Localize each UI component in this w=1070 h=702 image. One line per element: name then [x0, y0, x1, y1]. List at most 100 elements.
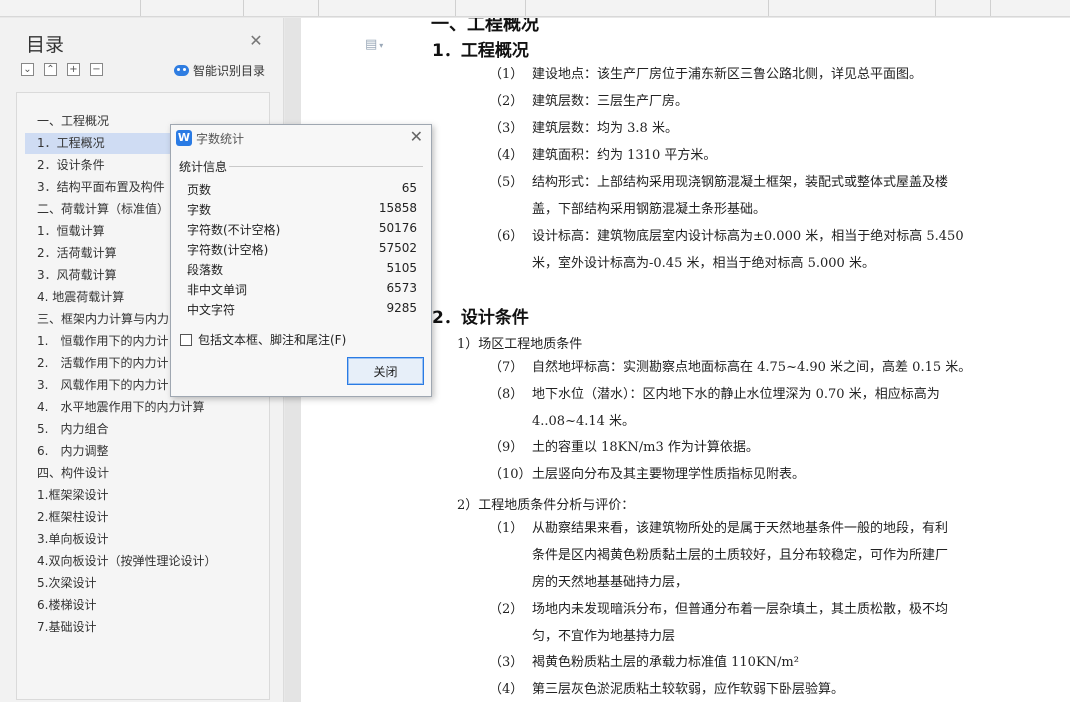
item-number: （8）	[489, 387, 524, 402]
toc-item[interactable]: 四、构件设计	[25, 463, 265, 484]
stat-row: 字数 15858	[187, 201, 417, 221]
remove-icon[interactable]: −	[90, 63, 103, 76]
item-text: 土的容重以 18KN/m3 作为计算依据。	[532, 440, 759, 455]
stat-label: 字数	[187, 203, 212, 217]
item-text: 褐黄色粉质粘土层的承载力标准值 110KN/m²	[532, 655, 799, 670]
stat-value: 9285	[386, 301, 417, 315]
expand-icon[interactable]: ⌃	[44, 63, 57, 76]
close-icon[interactable]: ✕	[410, 127, 423, 146]
subsection-heading: 1）场区工程地质条件	[457, 337, 583, 352]
stat-row: 中文字符 9285	[187, 301, 417, 321]
toc-item[interactable]: 1.框架梁设计	[25, 485, 265, 506]
list-item: （10） 土层竖向分布及其主要物理学性质指标见附表。	[489, 461, 1009, 488]
item-text: 建筑层数：三层生产厂房。	[532, 94, 689, 109]
word-count-dialog: W 字数统计 ✕ 统计信息 页数 65 字数 15858 字符数(不计空格) 50176 字…	[170, 124, 432, 397]
stat-label: 字符数(不计空格)	[187, 223, 281, 237]
subsection-heading: 2）工程地质条件分析与评价：	[457, 498, 635, 513]
list-item: （8） 地下水位（潜水）：区内地下水的静止水位埋深为 0.70 米，相应标高为 4.…	[489, 381, 1009, 435]
item-number: （2）	[489, 94, 524, 109]
item-text: 房的天然地基基础持力层，	[532, 575, 689, 590]
list-item: （3） 建筑层数：均为 3.8 米。	[489, 115, 1009, 142]
item-text: 建设地点：该生产厂房位于浦东新区三鲁公路北侧，详见总平面图。	[532, 67, 923, 82]
item-text: 从勘察结果来看，该建筑物所处的是属于天然地基条件一般的地段，有利	[532, 521, 949, 536]
toc-item[interactable]: 6.楼梯设计	[25, 595, 265, 616]
checkbox-label: 包括文本框、脚注和尾注(F)	[198, 333, 347, 347]
item-number: （10）	[489, 467, 532, 482]
list-item: （6） 设计标高：建筑物底层室内设计标高为±0.000 米，相当于绝对标高 5.4…	[489, 223, 1009, 277]
toc-item[interactable]: 4.双向板设计（按弹性理论设计）	[25, 551, 265, 572]
item-number: （5）	[489, 175, 524, 190]
close-button[interactable]: 关闭	[347, 357, 424, 385]
document-icon[interactable]: ▤ ▾	[365, 37, 383, 52]
list-item: （3） 褐黄色粉质粘土层的承载力标准值 110KN/m²	[489, 649, 1009, 676]
section-heading: 1．工程概况	[432, 41, 529, 61]
list-item: （2） 场地内未发现暗浜分布，但普通分布着一层杂填土，其土质松散，极不均 匀，不宜作…	[489, 596, 1009, 650]
item-number: （1）	[489, 521, 524, 536]
toc-item[interactable]: 6. 内力调整	[25, 441, 265, 462]
stats-group-label: 统计信息	[179, 160, 228, 174]
stat-value: 57502	[378, 241, 417, 255]
dialog-titlebar[interactable]: W 字数统计 ✕	[171, 125, 431, 151]
stat-value: 50176	[378, 221, 417, 235]
list-item: （1） 建设地点：该生产厂房位于浦东新区三鲁公路北侧，详见总平面图。	[489, 61, 1009, 88]
sidebar-title: 目录	[26, 34, 65, 56]
stat-row: 页数 65	[187, 181, 417, 201]
collapse-icon[interactable]: ⌄	[21, 63, 34, 76]
wps-writer-icon: W	[176, 130, 192, 146]
item-text: 米，室外设计标高为-0.45 米，相当于绝对标高 5.000 米。	[532, 256, 875, 271]
ribbon-strip	[0, 0, 1070, 17]
item-text: 设计标高：建筑物底层室内设计标高为±0.000 米，相当于绝对标高 5.450	[532, 229, 964, 244]
item-text: 地下水位（潜水）：区内地下水的静止水位埋深为 0.70 米，相应标高为	[532, 387, 940, 402]
list-item: （1） 从勘察结果来看，该建筑物所处的是属于天然地基条件一般的地段，有利 条件是区内…	[489, 515, 1009, 596]
item-number: （3）	[489, 655, 524, 670]
list-item: （9） 土的容重以 18KN/m3 作为计算依据。	[489, 434, 1009, 461]
close-icon[interactable]: ✕	[247, 32, 265, 50]
stat-row: 字符数(不计空格) 50176	[187, 221, 417, 241]
list-item: （5） 结构形式：上部结构采用现浇钢筋混凝土框架，装配式或整体式屋盖及楼 盖，下部结…	[489, 169, 1009, 223]
stat-label: 非中文单词	[187, 283, 248, 297]
item-text: 匀，不宜作为地基持力层	[532, 629, 676, 644]
checkbox-icon[interactable]	[180, 333, 192, 346]
stat-value: 5105	[386, 261, 417, 275]
stat-row: 段落数 5105	[187, 261, 417, 281]
item-text: 场地内未发现暗浜分布，但普通分布着一层杂填土，其土质松散，极不均	[532, 602, 949, 617]
toc-item[interactable]: 3.单向板设计	[25, 529, 265, 550]
list-item: （4） 建筑面积：约为 1310 平方米。	[489, 142, 1009, 169]
item-text: 第三层灰色淤泥质粘土较软弱，应作软弱下卧层验算。	[532, 682, 845, 697]
item-text: 自然地坪标高：实测勘察点地面标高在 4.75~4.90 米之间，高差 0.15 …	[532, 360, 972, 375]
item-number: （2）	[489, 602, 524, 617]
item-number: （6）	[489, 229, 524, 244]
stat-label: 字符数(计空格)	[187, 243, 269, 257]
item-number: （4）	[489, 148, 524, 163]
item-text: 建筑层数：均为 3.8 米。	[532, 121, 678, 136]
robot-icon	[174, 65, 189, 76]
stat-label: 中文字符	[187, 303, 236, 317]
stat-row: 字符数(计空格) 57502	[187, 241, 417, 261]
toc-item[interactable]: 5.次梁设计	[25, 573, 265, 594]
toc-item[interactable]: 2.框架柱设计	[25, 507, 265, 528]
toc-toolbar: ⌄ ⌃ + −	[21, 63, 103, 76]
include-textbox-checkbox[interactable]: 包括文本框、脚注和尾注(F)	[180, 331, 346, 348]
stat-label: 段落数	[187, 263, 224, 277]
toc-item[interactable]: 5. 内力组合	[25, 419, 265, 440]
item-text: 条件是区内褐黄色粉质黏土层的土质较好，且分布较稳定，可作为所建厂	[532, 548, 949, 563]
list-item: （7） 自然地坪标高：实测勘察点地面标高在 4.75~4.90 米之间，高差 0.…	[489, 354, 1009, 381]
dialog-title: 字数统计	[196, 132, 245, 146]
item-number: （1）	[489, 67, 524, 82]
toc-item[interactable]: 4. 水平地震作用下的内力计算	[25, 397, 265, 418]
stat-value: 65	[401, 181, 417, 195]
add-icon[interactable]: +	[67, 63, 80, 76]
item-text: 土层竖向分布及其主要物理学性质指标见附表。	[532, 467, 806, 482]
item-text: 结构形式：上部结构采用现浇钢筋混凝土框架，装配式或整体式屋盖及楼	[532, 175, 949, 190]
item-number: （3）	[489, 121, 524, 136]
stat-value: 15858	[378, 201, 417, 215]
section-heading: 2．设计条件	[432, 308, 529, 328]
smart-toc-label: 智能识别目录	[193, 64, 266, 78]
item-text: 盖，下部结构采用钢筋混凝土条形基础。	[532, 202, 767, 217]
toc-item[interactable]: 7.基础设计	[25, 617, 265, 638]
section-heading: 一、工程概况	[431, 18, 539, 35]
stat-label: 页数	[187, 183, 212, 197]
item-text: 建筑面积：约为 1310 平方米。	[532, 148, 717, 163]
item-text: 4..08~4.14 米。	[532, 414, 636, 429]
smart-toc-button[interactable]: 智能识别目录	[174, 62, 265, 79]
